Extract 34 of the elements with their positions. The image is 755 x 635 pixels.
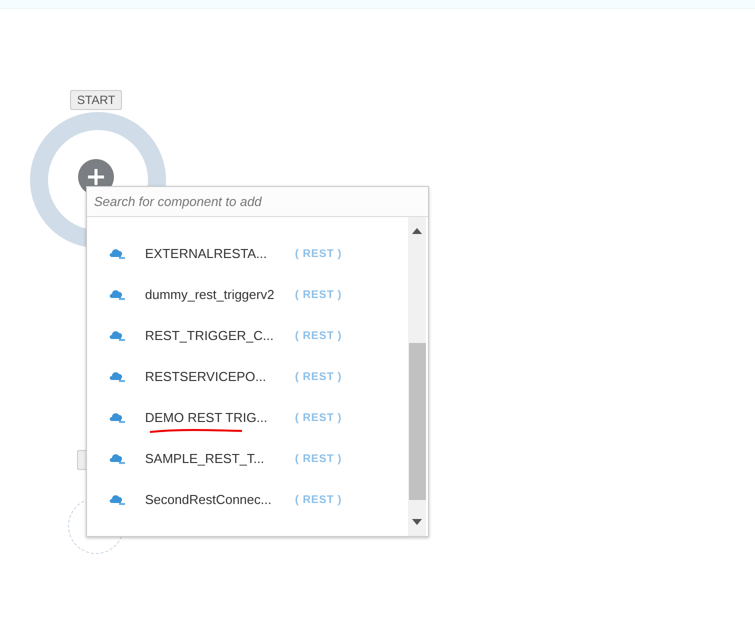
down-icon: [412, 519, 422, 525]
component-type: ( REST ): [295, 494, 342, 506]
node-label: START: [70, 90, 122, 110]
cloud-icon: [109, 452, 125, 464]
component-name: RESTSERVICEPO...: [145, 369, 268, 384]
component-type: ( REST ): [295, 452, 342, 464]
cloud-icon: [109, 248, 125, 260]
scroll-thumb[interactable]: [409, 343, 426, 500]
component-name: SecondRestConnec...: [145, 492, 272, 507]
component-name: REST_TRIGGER_C...: [145, 328, 275, 343]
component-item[interactable]: SAMPLE_REST_T... ( REST ): [87, 438, 408, 479]
component-name: SAMPLE_REST_T...: [145, 451, 266, 466]
cloud-icon: [109, 370, 125, 382]
component-item[interactable]: dummy_rest_triggerv2 ( REST ): [87, 274, 408, 315]
component-type: ( REST ): [295, 288, 342, 300]
search-field[interactable]: Search for component to add: [87, 187, 428, 217]
component-type: ( REST ): [295, 412, 342, 424]
cloud-icon: [109, 494, 125, 506]
component-item[interactable]: SecondRestConnec... ( REST ): [87, 479, 408, 520]
component-type: ( REST ): [295, 330, 342, 342]
cloud-icon: [109, 330, 125, 342]
component-name: EXTERNALRESTA...: [145, 246, 268, 261]
component-type: ( REST ): [295, 370, 342, 382]
up-icon: [412, 228, 422, 234]
component-item[interactable]: EXTERNALRESTA... ( REST ): [87, 233, 408, 274]
scrollbar[interactable]: [408, 217, 426, 536]
component-item[interactable]: DEMO REST TRIG... ( REST ): [87, 397, 408, 438]
component-name: DEMO REST TRIG...: [145, 410, 295, 425]
cloud-icon: [109, 288, 125, 300]
cloud-icon: [109, 412, 125, 424]
component-item[interactable]: REST_TRIGGER_C... ( REST ): [87, 315, 408, 356]
component-name: dummy_rest_triggerv2: [145, 287, 276, 302]
component-type: ( REST ): [295, 248, 342, 260]
component-item[interactable]: RESTSERVICEPO... ( REST ): [87, 356, 408, 397]
